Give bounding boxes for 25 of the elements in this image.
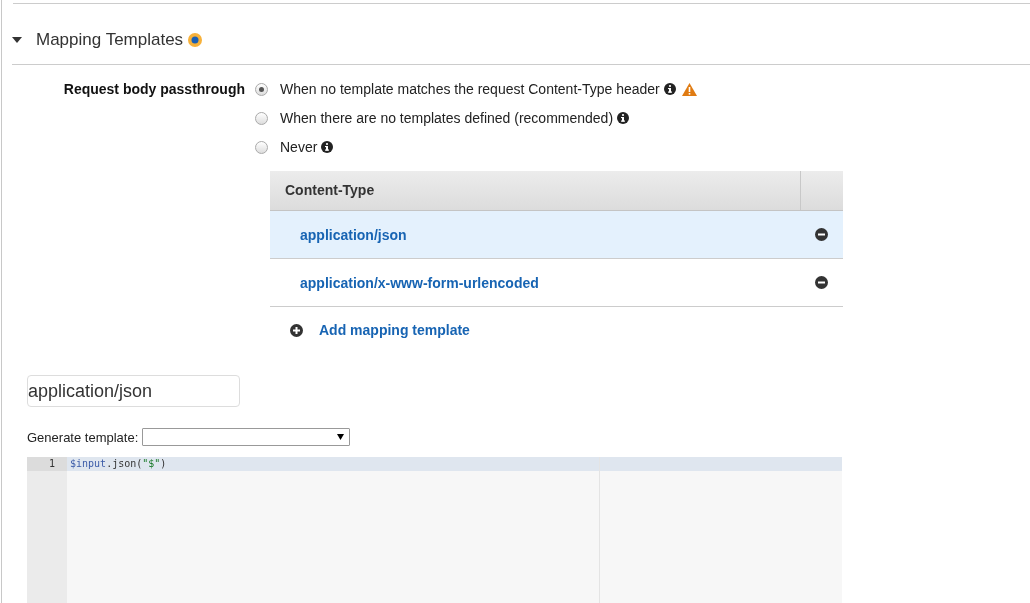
radio-button[interactable] [255,111,268,125]
add-template-link[interactable]: Add mapping template [319,322,470,338]
info-icon [663,83,676,95]
option-label[interactable]: Never [280,139,318,155]
column-header: Content-Type [270,171,801,210]
line-number: 1 [27,457,67,471]
template-dropdown[interactable] [142,428,351,446]
remove-icon[interactable] [815,228,828,241]
option-label[interactable]: When no template matches the request Content-Type header [280,81,660,97]
field-label: Request body passthrough [62,80,246,99]
table-row[interactable]: application/json [270,211,843,259]
radio-button[interactable] [255,82,268,96]
info-icon [321,141,334,153]
option-label[interactable]: When there are no templates defined (recommended) [280,110,614,126]
content-type-link[interactable]: application/x-www-form-urlencoded [300,274,539,291]
dropdown-arrow-icon [337,434,345,440]
content-type-link[interactable]: application/json [300,226,407,243]
info-icon [617,112,630,124]
radio-button[interactable] [255,140,268,154]
status-dot-icon [188,33,203,47]
plus-icon [290,323,303,337]
content-type-field[interactable]: application/json [27,375,240,407]
section-title[interactable]: Mapping Templates [36,30,184,50]
remove-icon[interactable] [815,276,828,289]
field-label: Generate template: [27,429,139,445]
